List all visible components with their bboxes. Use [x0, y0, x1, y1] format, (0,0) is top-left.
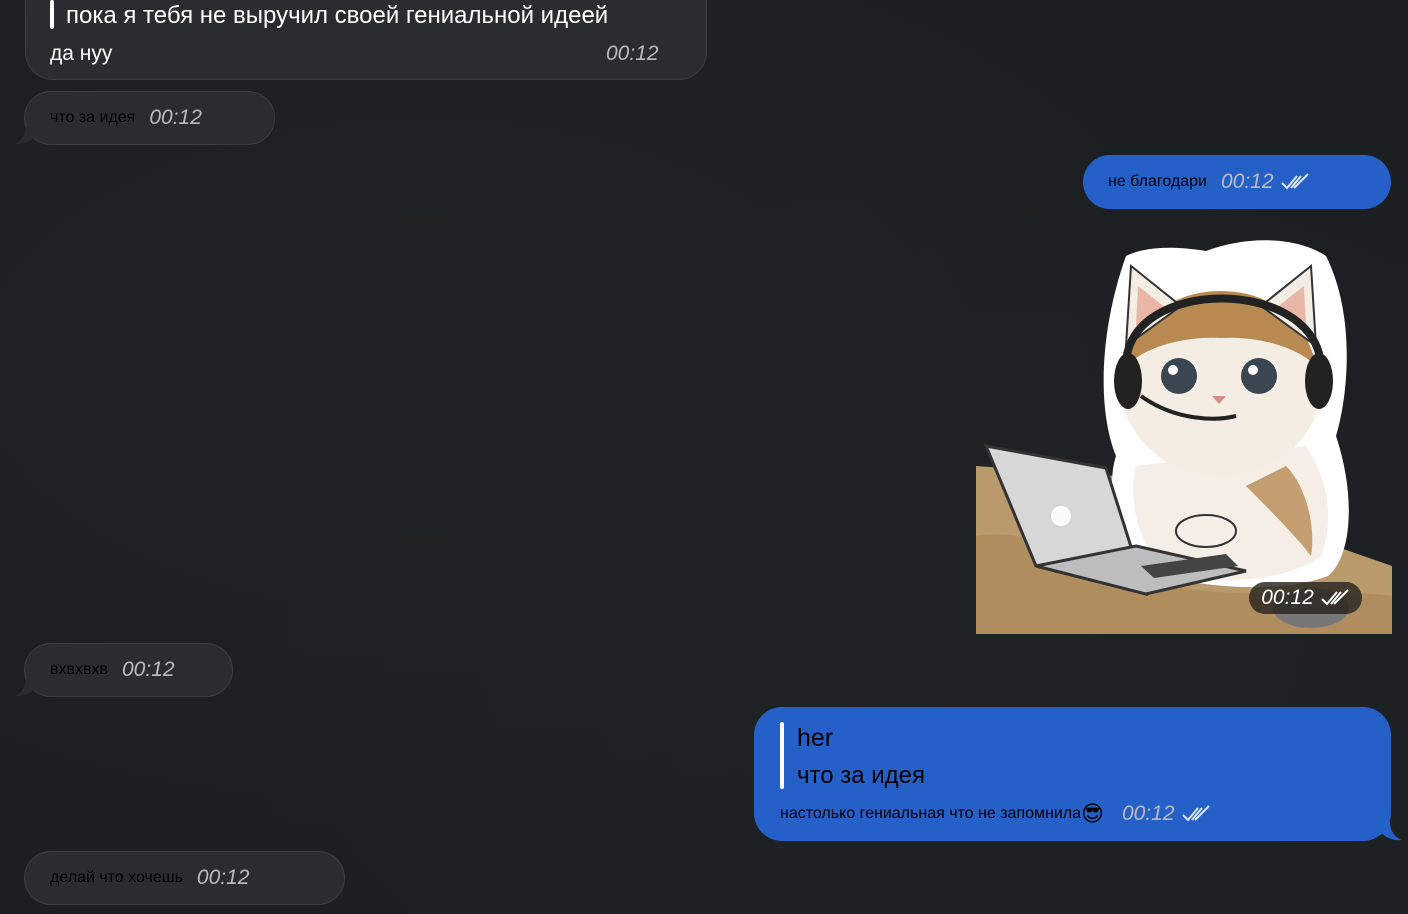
read-checkmarks-icon	[1181, 805, 1210, 822]
message-time: 00:12	[1220, 170, 1274, 193]
sunglasses-emoji-icon: 😎	[1081, 801, 1104, 826]
message-text: вхвхвхв	[50, 661, 108, 678]
sticker-time-badge: 00:12	[1249, 582, 1362, 614]
cat-sticker-icon[interactable]	[976, 236, 1392, 634]
message-content: не благодари 00:12	[1108, 170, 1310, 194]
reply-quote-text: что за идея	[797, 762, 925, 790]
bubble-tail	[1380, 822, 1402, 841]
reply-text: что за идея	[797, 762, 926, 789]
message-content: что за идея 00:12	[50, 106, 202, 130]
read-checkmarks-icon	[1321, 589, 1349, 606]
message-time-row: 00:12	[606, 42, 659, 66]
message-text: да нуу	[50, 42, 113, 65]
message-content: вхвхвхв 00:12	[50, 658, 175, 682]
reply-author-name: her	[797, 724, 834, 752]
bubble-tail	[14, 126, 36, 145]
reply-quote-bar	[780, 722, 784, 789]
reply-author: her	[797, 724, 833, 753]
message-time: 00:12	[149, 106, 202, 129]
message-time: 00:12	[606, 42, 659, 65]
message-content: настолько гениальная что не запомнила 😎 …	[780, 801, 1211, 827]
message-content: делай что хочешь 00:12	[50, 866, 249, 890]
message-time: 00:12	[122, 658, 175, 681]
reply-quote-text: пока я тебя не выручил своей гениальной …	[66, 2, 608, 30]
message-text: что за идея	[50, 109, 136, 126]
reply-quote-bar	[50, 0, 54, 29]
reply-text: пока я тебя не выручил своей гениальной …	[66, 2, 609, 29]
message-time: 00:12	[196, 866, 250, 889]
message-time: 00:12	[1261, 586, 1314, 609]
message-text: делай что хочешь	[50, 869, 183, 886]
bubble-tail	[14, 678, 36, 697]
message-time: 00:12	[1121, 802, 1175, 825]
message-text: не благодари	[1108, 173, 1207, 190]
message-text: настолько гениальная что не запомнила	[780, 805, 1082, 822]
read-checkmarks-icon	[1280, 173, 1309, 190]
message-text-row: да нуу	[50, 42, 112, 66]
